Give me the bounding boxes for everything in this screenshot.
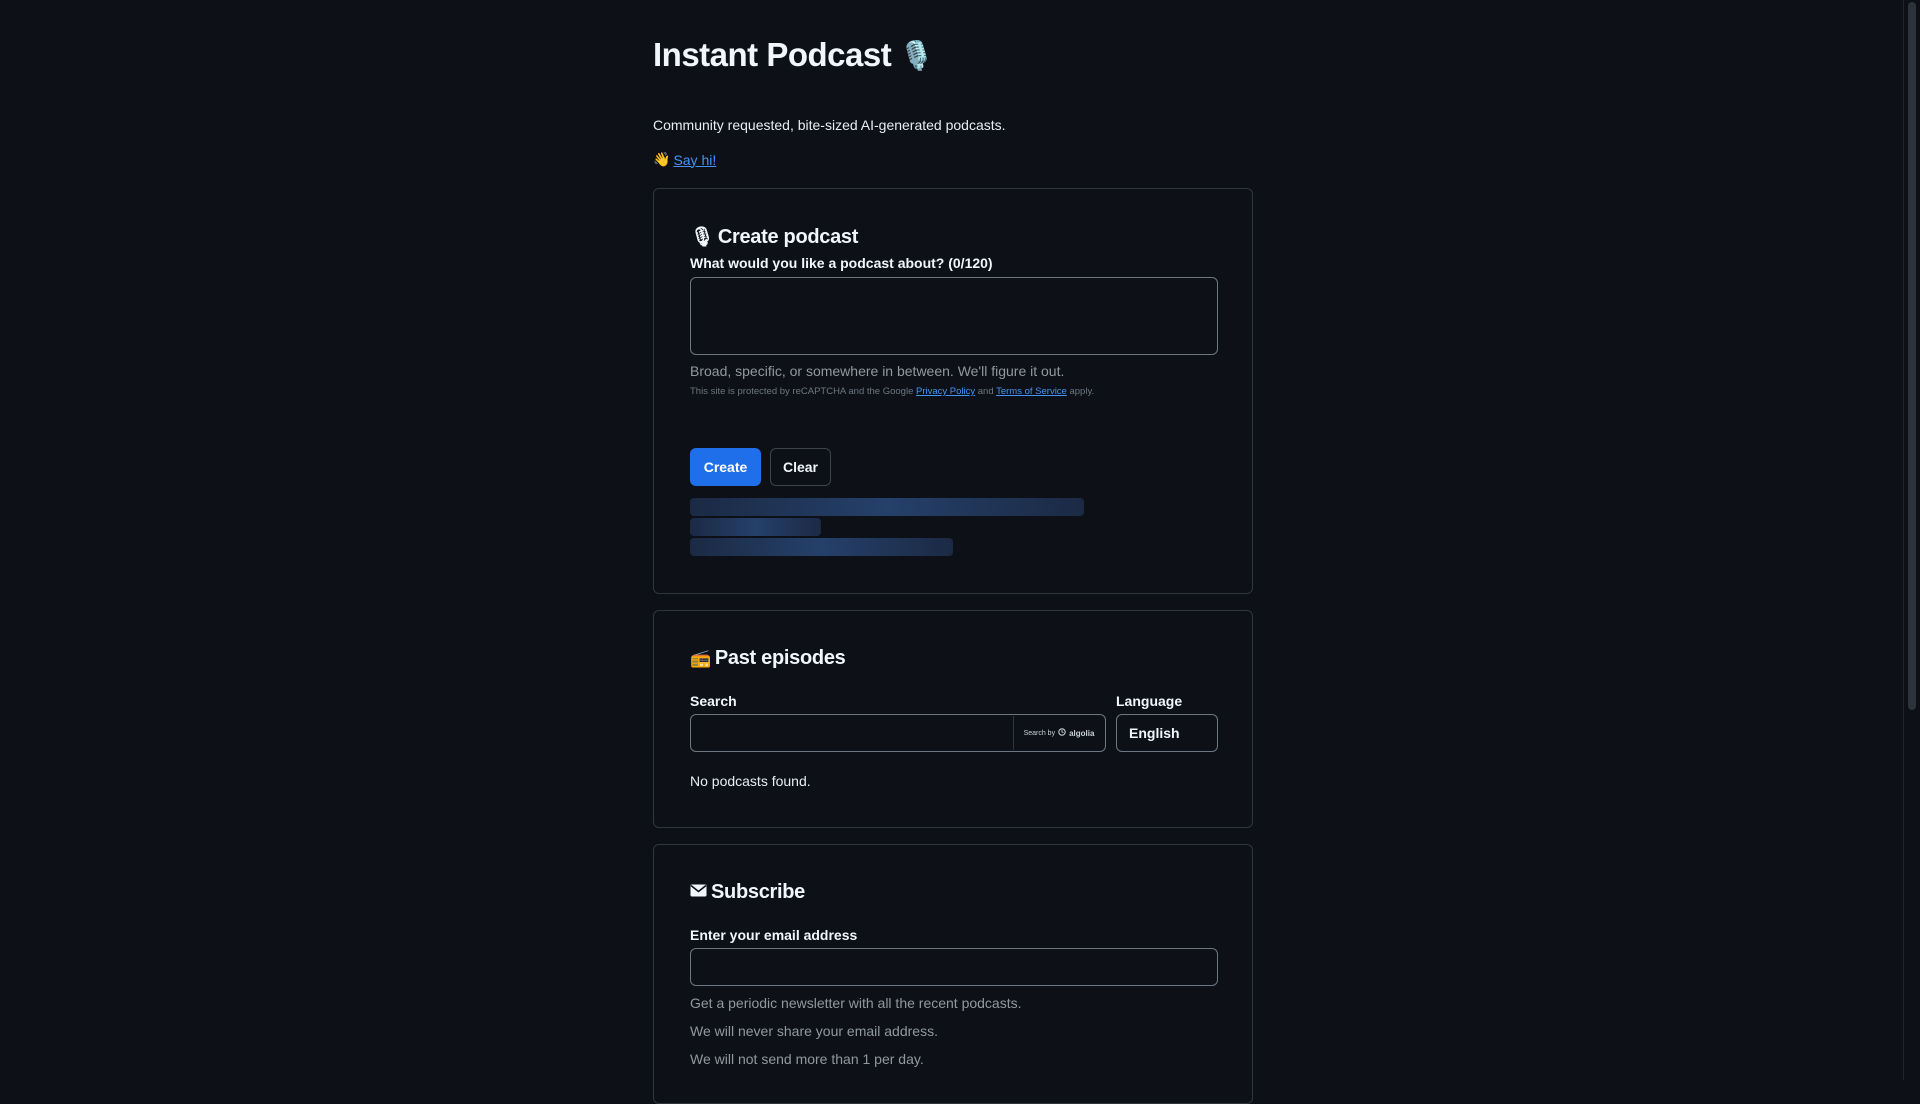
- language-select[interactable]: English: [1116, 714, 1218, 752]
- create-podcast-card: 🎙 Create podcast What would you like a p…: [653, 188, 1253, 594]
- past-episodes-title-text: Past episodes: [714, 647, 846, 669]
- email-field[interactable]: [690, 948, 1218, 986]
- microphone-icon: 🎙️: [899, 39, 934, 71]
- search-by-text: Search by: [1023, 729, 1056, 737]
- loading-placeholder-line: [690, 498, 1084, 516]
- create-podcast-title-text: Create podcast: [717, 225, 859, 248]
- search-by-algolia[interactable]: Search by algolia: [1013, 716, 1104, 750]
- page-scrollbar[interactable]: [1903, 0, 1920, 1080]
- email-label: Enter your email address: [690, 927, 858, 943]
- podcast-topic-hint: Broad, specific, or somewhere in between…: [690, 363, 1065, 379]
- clear-button[interactable]: Clear: [770, 448, 831, 486]
- scrollbar-thumb[interactable]: [1908, 2, 1916, 710]
- search-input[interactable]: [691, 715, 1011, 751]
- page-title: Instant Podcast 🎙️: [653, 36, 934, 74]
- radio-icon: 📻: [690, 648, 711, 668]
- subscribe-note: We will never share your email address.: [690, 1023, 938, 1039]
- algolia-logo-text: algolia: [1069, 728, 1095, 738]
- subscribe-title-text: Subscribe: [711, 881, 805, 903]
- subscribe-card: Subscribe Enter your email address Get a…: [653, 844, 1253, 1104]
- say-hi: 👋 Say hi!: [653, 151, 716, 168]
- page-title-text: Instant Podcast: [653, 36, 892, 73]
- loading-placeholder-line: [690, 538, 953, 556]
- language-label: Language: [1116, 693, 1183, 709]
- recaptcha-notice: This site is protected by reCAPTCHA and …: [690, 386, 1094, 397]
- search-field: Search by algolia: [690, 714, 1106, 752]
- privacy-policy-link[interactable]: Privacy Policy: [916, 386, 975, 397]
- envelope-icon: [690, 881, 707, 904]
- say-hi-link[interactable]: Say hi!: [673, 152, 716, 168]
- podcast-topic-label: What would you like a podcast about? (0/…: [690, 255, 993, 271]
- subscribe-note: Get a periodic newsletter with all the r…: [690, 995, 1022, 1011]
- recaptcha-and: and: [977, 386, 994, 397]
- create-button[interactable]: Create: [690, 448, 761, 486]
- past-episodes-title: 📻 Past episodes: [690, 647, 846, 670]
- subscribe-note: We will not send more than 1 per day.: [690, 1051, 924, 1067]
- tagline: Community requested, bite-sized AI-gener…: [653, 117, 1006, 133]
- algolia-icon: [1058, 728, 1066, 738]
- recaptcha-apply: apply.: [1069, 386, 1095, 397]
- create-podcast-title: 🎙 Create podcast: [690, 225, 858, 249]
- recaptcha-prefix: This site is protected by reCAPTCHA and …: [690, 386, 914, 397]
- microphone-icon: 🎙: [690, 227, 714, 248]
- past-episodes-card: 📻 Past episodes Search Search by algolia…: [653, 610, 1253, 828]
- waving-hand-icon: 👋: [653, 151, 671, 167]
- terms-of-service-link[interactable]: Terms of Service: [996, 386, 1067, 397]
- no-podcasts-message: No podcasts found.: [690, 773, 811, 789]
- loading-placeholder-line: [690, 518, 821, 536]
- search-label: Search: [690, 693, 737, 709]
- podcast-topic-input[interactable]: [690, 277, 1218, 355]
- subscribe-title: Subscribe: [690, 881, 805, 904]
- language-selected-value: English: [1129, 725, 1180, 741]
